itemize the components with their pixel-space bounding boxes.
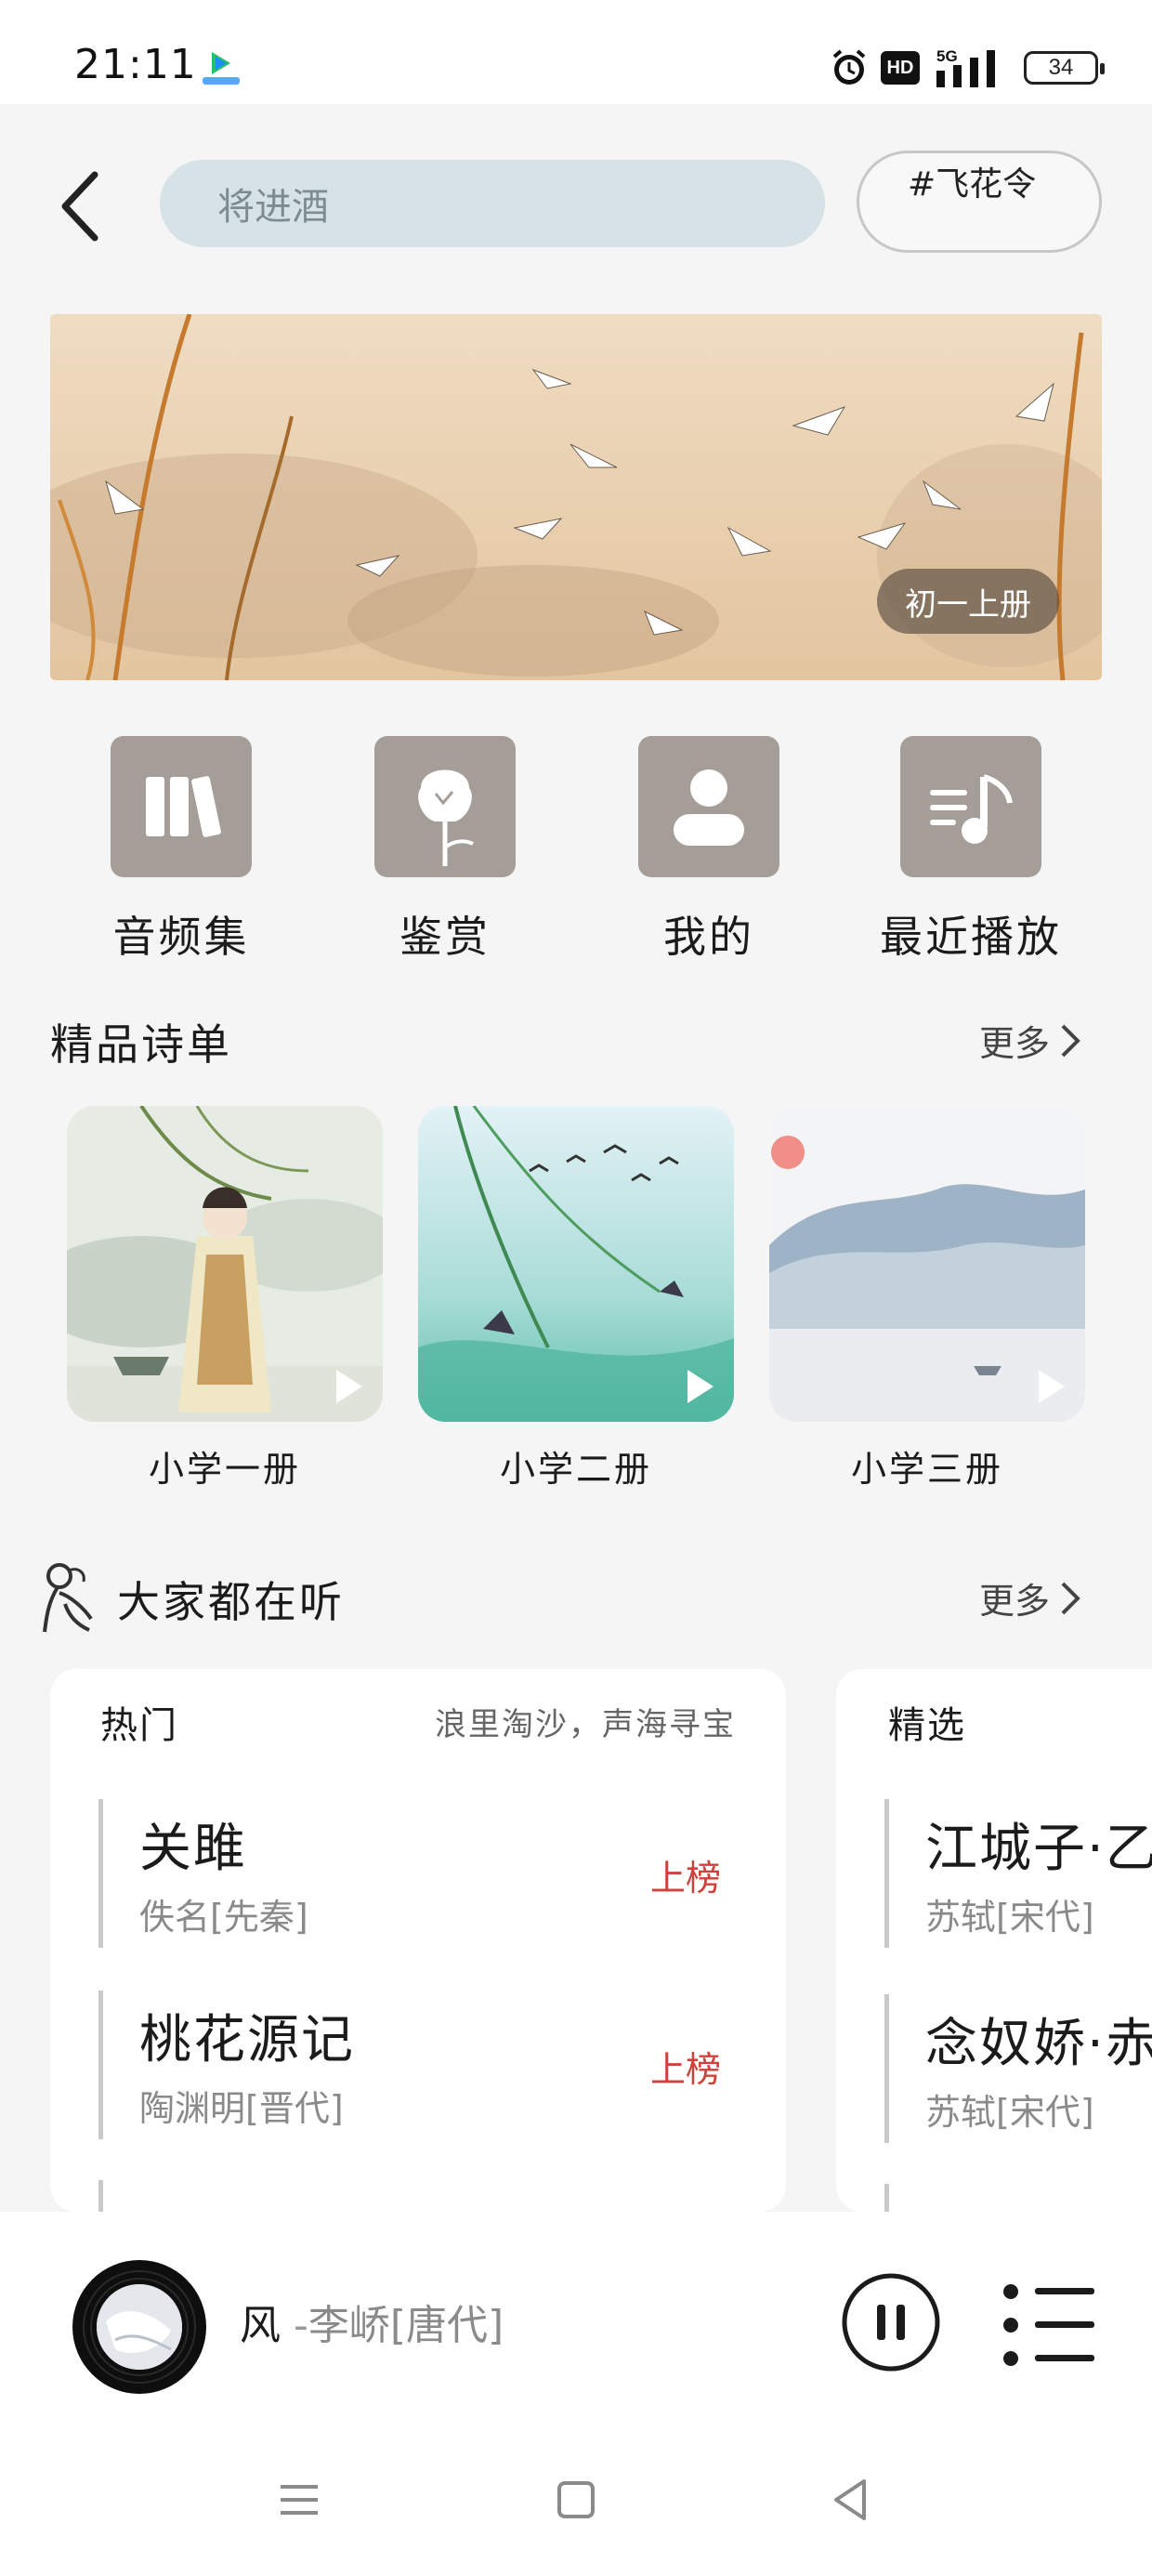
- quick-entry-mine[interactable]: 我的: [593, 736, 825, 965]
- listening-title: 大家都在听: [117, 1577, 345, 1627]
- card-title: 热门: [100, 1704, 178, 1747]
- playlist-cover: [769, 1106, 1085, 1422]
- chevron-right-icon: [1061, 1582, 1080, 1614]
- poem-title: 江城子·乙: [925, 1819, 1152, 1879]
- system-navigation-bar: [0, 2425, 1152, 2576]
- selected-card[interactable]: 精选 江城子·乙 苏轼[宋代] 念奴娇·赤 苏轼[宋代]: [836, 1669, 1152, 2212]
- back-icon[interactable]: [821, 2470, 881, 2530]
- play-icon: [1039, 1370, 1065, 1403]
- quick-entry-appreciation[interactable]: 鉴赏: [329, 736, 561, 965]
- playlist-cover: [418, 1106, 734, 1422]
- play-icon: [687, 1370, 713, 1403]
- playlist-card[interactable]: 小学一册: [67, 1106, 383, 1492]
- quick-entry-audio-collection[interactable]: 音频集: [65, 736, 297, 965]
- poem-title: 念奴娇·赤: [925, 2014, 1152, 2074]
- back-chevron-icon[interactable]: [54, 169, 110, 243]
- menu-icon[interactable]: [269, 2470, 329, 2530]
- play-icon: [336, 1370, 362, 1403]
- playlist-card[interactable]: 小学二册: [418, 1106, 734, 1492]
- quick-entry-recent[interactable]: 最近播放: [855, 736, 1087, 965]
- chevron-right-icon: [1061, 1024, 1080, 1057]
- poem-row-partial: [884, 2184, 1152, 2212]
- hero-banner[interactable]: 初一上册: [50, 314, 1102, 680]
- person-icon: [638, 736, 779, 877]
- album-art: [97, 2284, 182, 2370]
- poem-row[interactable]: 念奴娇·赤 苏轼[宋代]: [884, 1994, 1152, 2143]
- playlist-label: 小学一册: [148, 1449, 301, 1490]
- signal-icon: 5G: [936, 47, 995, 87]
- playlist-menu-button[interactable]: [998, 2279, 1100, 2372]
- banner-badge: 初一上册: [877, 569, 1059, 634]
- tag-label: #飞花令: [908, 165, 1037, 204]
- alarm-icon: [832, 49, 866, 85]
- poem-author: 陶渊明[晋代]: [139, 2088, 344, 2129]
- poem-title: 桃花源记: [139, 2010, 355, 2070]
- poem-author: 苏轼[宋代]: [925, 1897, 1094, 1938]
- music-list-icon: [900, 736, 1041, 877]
- quick-entries: 音频集 鉴赏 我的 最近播放: [0, 736, 1152, 978]
- battery-icon: 34: [1024, 51, 1105, 85]
- status-time: 21:11: [74, 41, 197, 88]
- hd-badge: HD: [881, 51, 920, 85]
- rank-badge: 上榜: [649, 2049, 721, 2090]
- svg-text:5G: 5G: [936, 47, 958, 65]
- listener-figure-icon: [43, 1563, 93, 1633]
- hot-card[interactable]: 热门 浪里淘沙，声海寻宝 关雎 佚名[先秦] 上榜 桃花源记 陶渊明[晋代] 上…: [50, 1669, 786, 2212]
- card-title: 精选: [888, 1704, 966, 1747]
- quick-entry-label: 我的: [663, 912, 754, 962]
- flower-icon: [374, 736, 516, 877]
- playlist-card[interactable]: 小学三册: [769, 1106, 1085, 1492]
- quick-entry-label: 鉴赏: [399, 912, 491, 962]
- quick-entry-label: 最近播放: [880, 912, 1062, 962]
- poem-row[interactable]: 关雎 佚名[先秦] 上榜: [98, 1799, 749, 1948]
- poem-author: 苏轼[宋代]: [925, 2092, 1094, 2133]
- listening-more-link[interactable]: 更多: [979, 1572, 1081, 1623]
- more-label: 更多: [978, 1023, 1050, 1064]
- now-playing-author: 李峤[唐代]: [308, 2302, 504, 2349]
- pause-button[interactable]: [840, 2271, 942, 2373]
- more-label: 更多: [978, 1581, 1050, 1622]
- playlist-cover: [67, 1106, 383, 1422]
- album-disc: [72, 2260, 206, 2394]
- now-playing-separator: -: [294, 2302, 308, 2349]
- card-subtitle: 浪里淘沙，声海寻宝: [435, 1706, 736, 1743]
- playlist-label: 小学二册: [499, 1449, 652, 1490]
- home-icon[interactable]: [546, 2470, 606, 2530]
- now-playing-title: 风: [240, 2302, 281, 2349]
- quick-entry-label: 音频集: [112, 912, 250, 962]
- poem-author: 佚名[先秦]: [139, 1897, 308, 1938]
- rank-badge: 上榜: [649, 1858, 721, 1899]
- books-icon: [111, 736, 252, 877]
- listening-section-header: 大家都在听 更多: [0, 1559, 1152, 1634]
- featured-title: 精品诗单: [50, 1019, 232, 1070]
- poem-row[interactable]: 桃花源记 陶渊明[晋代] 上榜: [98, 1991, 749, 2139]
- app-notification-icon: [203, 52, 240, 85]
- feihualing-tag-button[interactable]: #飞花令: [857, 151, 1102, 253]
- search-input[interactable]: 将进酒: [160, 160, 825, 247]
- mini-player[interactable]: 风 -李峤[唐代]: [0, 2212, 1152, 2425]
- now-playing-text: 风 -李峤[唐代]: [240, 2292, 504, 2351]
- poem-title: 关雎: [139, 1819, 247, 1879]
- playlist-label: 小学三册: [850, 1449, 1003, 1490]
- featured-section-header: 精品诗单 更多: [0, 1002, 1152, 1076]
- poem-row[interactable]: 江城子·乙 苏轼[宋代]: [884, 1799, 1152, 1948]
- featured-more-link[interactable]: 更多: [979, 1015, 1081, 1066]
- top-navigation: 将进酒 #飞花令: [0, 104, 1152, 299]
- status-bar: 21:11 HD 5G 34: [0, 0, 1152, 104]
- poem-row-partial: [98, 2180, 749, 2212]
